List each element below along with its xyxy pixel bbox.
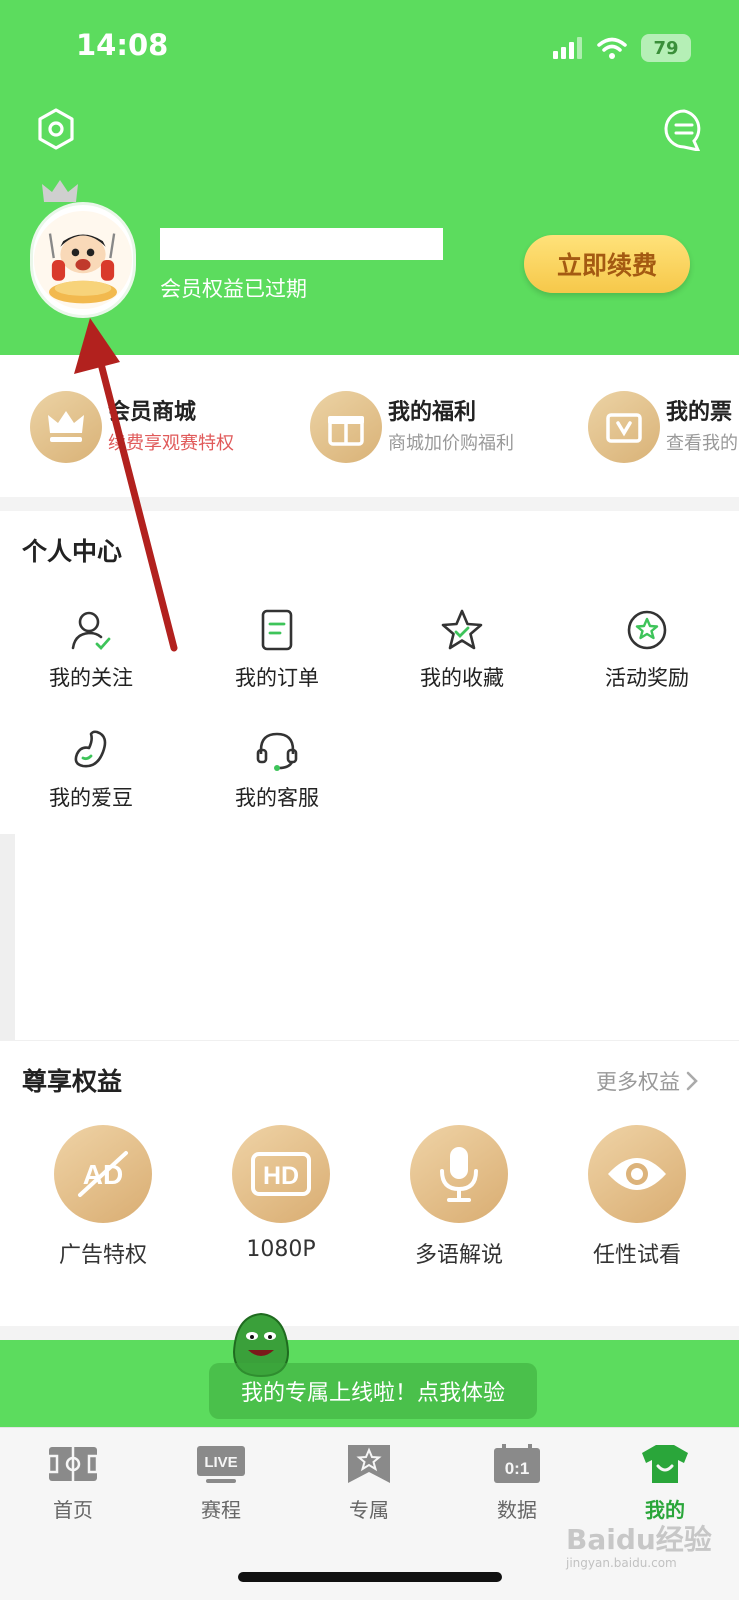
grid-item-customer-service[interactable]: 我的客服 [212,728,342,812]
field-icon [47,1447,99,1481]
eye-icon [588,1125,686,1223]
grid-item-my-idol[interactable]: 我的爱豆 [26,728,156,812]
more-benefits-label: 更多权益 [596,1070,680,1094]
tab-label: 首页 [53,1498,93,1522]
tab-label: 专属 [349,1498,389,1522]
benefit-label: 多语解说 [414,1243,503,1268]
jersey-icon [642,1445,688,1483]
tab-label: 数据 [497,1498,537,1522]
scoreboard-icon: 0:1 [494,1444,540,1483]
username-redacted [160,228,443,260]
watermark-url: jingyan.baidu.com [566,1556,677,1570]
benefit-free-preview[interactable]: 任性试看 [567,1125,707,1269]
status-time: 14:08 [76,28,169,62]
grid-item-label: 我的收藏 [420,666,504,690]
quick-link-title: 我的福利 [388,400,477,425]
benefit-1080p[interactable]: HD 1080P [211,1125,351,1262]
hd-glyph: HD [263,1162,299,1190]
avatar[interactable] [30,202,136,318]
grid-item-my-orders[interactable]: 我的订单 [212,608,342,692]
cartoon-avatar-image [33,210,133,310]
benefit-label: 任性试看 [592,1243,681,1268]
tab-label: 赛程 [201,1498,241,1522]
home-indicator[interactable] [238,1572,502,1582]
quick-link-subtitle: 查看我的 [666,433,738,454]
reward-badge-icon [627,610,667,650]
headset-icon [256,732,298,771]
section-divider [0,497,739,511]
gift-icon [310,391,382,463]
message-icon[interactable] [662,107,706,151]
follow-user-icon [71,611,111,651]
grid-item-label: 我的关注 [49,666,133,690]
grid-item-label: 活动奖励 [605,666,689,690]
benefit-multilingual-commentary[interactable]: 多语解说 [389,1125,529,1269]
promo-button[interactable]: 我的专属上线啦！点我体验 [209,1363,537,1419]
watermark: Baidu经验 [566,1523,712,1556]
hd-icon: HD [232,1125,330,1223]
order-icon [261,609,293,651]
quick-link-title: 我的票 [666,400,733,425]
grid-item-label: 我的爱豆 [49,786,133,810]
score-glyph: 0:1 [505,1459,530,1478]
tab-home[interactable]: 首页 [23,1444,123,1523]
renew-button[interactable]: 立即续费 [524,235,690,293]
grid-item-label: 我的客服 [235,786,319,810]
battery-indicator: 79 [641,34,691,62]
signal-icon [553,37,582,59]
benefits-title: 尊享权益 [22,1067,123,1096]
star-icon [441,609,483,650]
quick-link-subtitle: 续费享观赛特权 [108,433,234,454]
membership-status: 会员权益已过期 [160,277,307,301]
personal-center-title: 个人中心 [22,537,123,566]
tab-schedule[interactable]: LIVE 赛程 [171,1444,271,1523]
tab-exclusive[interactable]: 专属 [319,1444,419,1523]
grid-item-label: 我的订单 [235,666,319,690]
bookmark-star-icon [348,1445,390,1483]
section-divider [0,1040,739,1041]
tab-data[interactable]: 0:1 数据 [467,1444,567,1523]
scroll-edge-strip [0,834,15,1040]
benefit-ad-privilege[interactable]: AD 广告特权 [33,1125,173,1269]
benefit-label: 1080P [246,1237,316,1262]
grid-item-activity-rewards[interactable]: 活动奖励 [582,608,712,692]
crown-icon [30,391,102,463]
section-divider [0,1326,739,1340]
quick-link-subtitle: 商城加价购福利 [388,433,514,454]
no-ad-icon: AD [54,1125,152,1223]
bean-icon [74,730,107,768]
wifi-icon [597,37,627,59]
settings-icon[interactable] [34,107,78,151]
quick-link-member-mall[interactable]: 会员商城 续费享观赛特权 [30,390,234,464]
grid-item-my-follow[interactable]: 我的关注 [26,608,156,692]
microphone-icon [410,1125,508,1223]
quick-link-my-welfare[interactable]: 我的福利 商城加价购福利 [310,390,514,464]
live-icon: LIVE [197,1446,245,1483]
quick-links-row: 会员商城 续费享观赛特权 我的福利 商城加价购福利 我的票 查看我的 [0,355,739,497]
battery-level: 79 [653,37,679,59]
profile-header: 14:08 79 会员权益已过期 立即续费 [0,0,739,355]
more-benefits-link[interactable]: 更多权益 [596,1066,698,1096]
benefit-label: 广告特权 [58,1243,147,1268]
tab-mine[interactable]: 我的 [615,1444,715,1523]
status-indicators: 79 [553,34,691,62]
grid-item-my-favorites[interactable]: 我的收藏 [397,608,527,692]
ticket-icon [588,391,660,463]
quick-link-title: 会员商城 [108,400,197,425]
live-glyph: LIVE [204,1454,237,1471]
quick-link-my-tickets[interactable]: 我的票 查看我的 [588,390,738,464]
chevron-right-icon [686,1071,698,1091]
